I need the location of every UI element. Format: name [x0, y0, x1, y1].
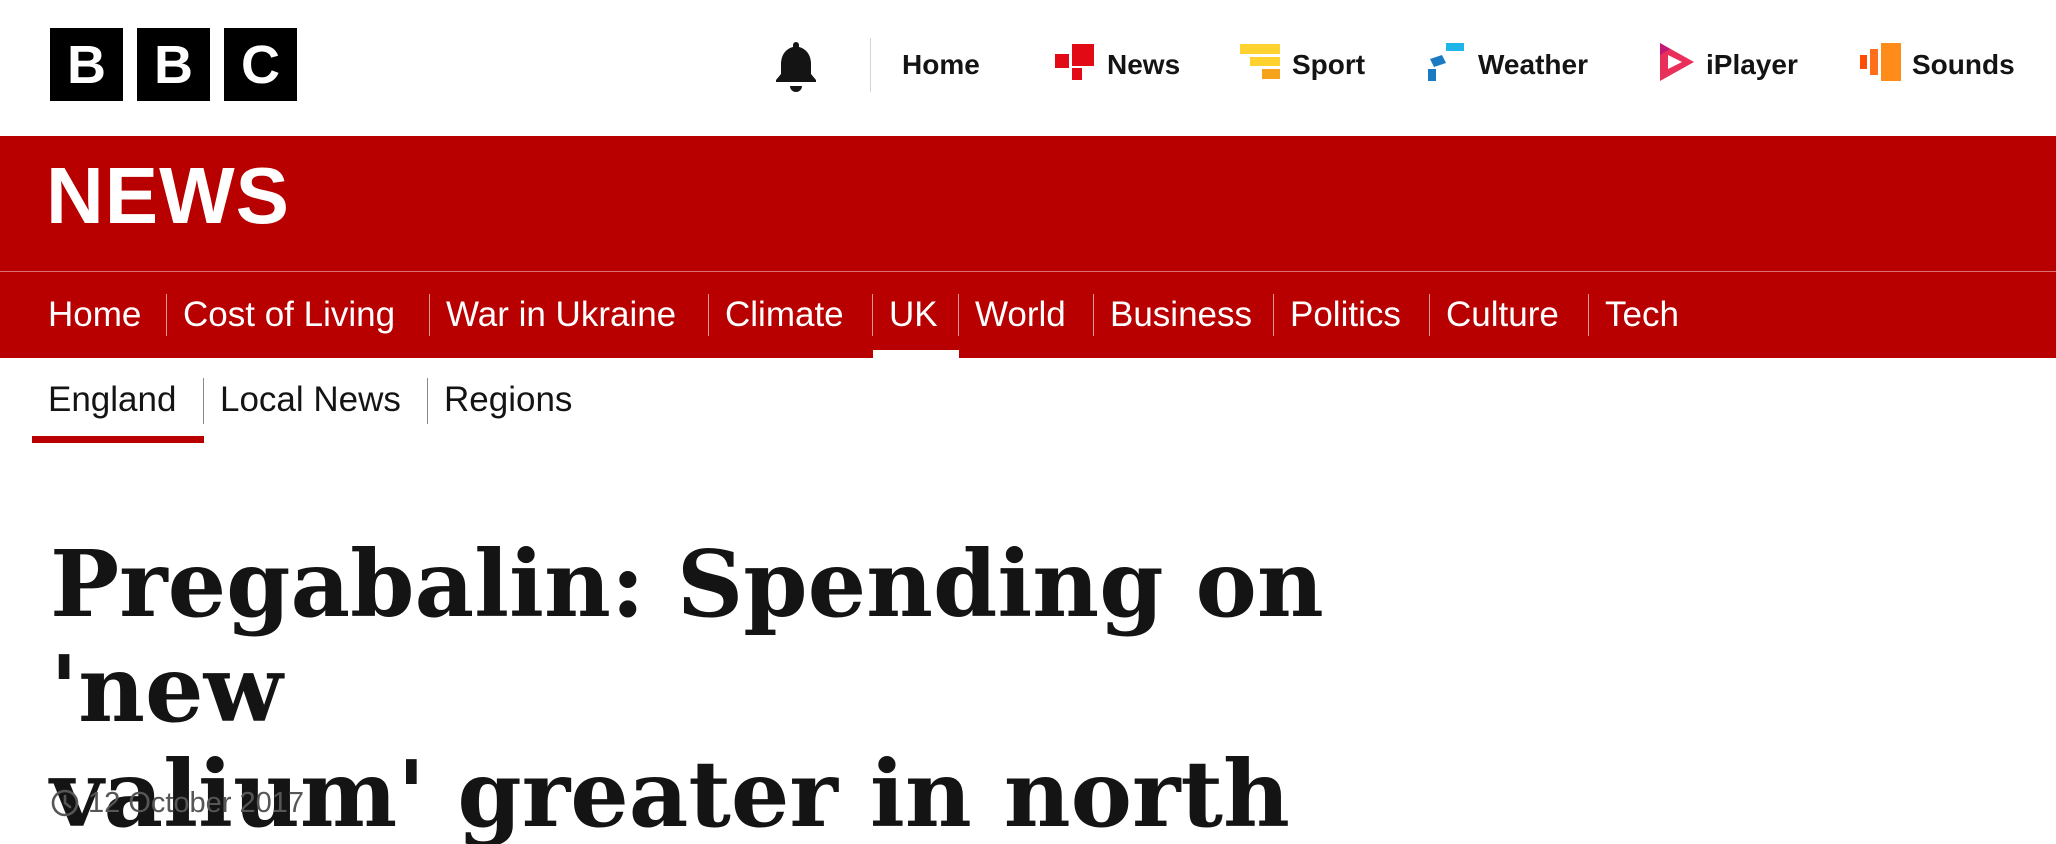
logo-letter: B: [137, 28, 210, 101]
global-nav-label: News: [1107, 49, 1181, 80]
global-nav-iplayer[interactable]: iPlayer: [1656, 40, 1798, 90]
global-nav-label: Sounds: [1912, 49, 2015, 80]
global-nav-sounds[interactable]: Sounds: [1860, 40, 2015, 90]
sport-icon: [1240, 42, 1282, 89]
bell-icon[interactable]: [772, 38, 820, 94]
nav-item-war-in-ukraine[interactable]: War in Ukraine: [446, 272, 676, 358]
nav-item-tech[interactable]: Tech: [1605, 272, 1679, 358]
news-masthead: NEWS: [0, 136, 2056, 272]
nav-item-world[interactable]: World: [975, 272, 1066, 358]
global-nav-home[interactable]: Home: [902, 40, 980, 90]
nav-separator: [166, 294, 167, 336]
iplayer-icon: [1656, 41, 1696, 90]
nav-item-cost-of-living[interactable]: Cost of Living: [183, 272, 395, 358]
subnav-item-england[interactable]: England: [48, 372, 176, 428]
headline-line: Pregabalin: Spending on 'new: [50, 530, 1324, 743]
clock-icon: [51, 789, 79, 817]
nav-separator: [1588, 294, 1589, 336]
news-logo[interactable]: NEWS: [46, 156, 290, 236]
nav-separator: [1273, 294, 1274, 336]
nav-separator: [872, 294, 873, 336]
sounds-icon: [1860, 41, 1902, 90]
nav-item-climate[interactable]: Climate: [725, 272, 844, 358]
nav-item-uk[interactable]: UK: [889, 272, 938, 358]
subnav-separator: [203, 378, 204, 424]
subnav-item-regions[interactable]: Regions: [444, 372, 572, 428]
nav-item-culture[interactable]: Culture: [1446, 272, 1559, 358]
nav-separator: [958, 294, 959, 336]
news-icon: [1055, 42, 1097, 89]
global-nav-weather[interactable]: Weather: [1426, 40, 1588, 90]
subnav-active-indicator: [32, 436, 204, 443]
global-nav-label: Sport: [1292, 49, 1366, 80]
global-nav-label: Weather: [1478, 49, 1588, 80]
nav-item-politics[interactable]: Politics: [1290, 272, 1401, 358]
global-nav-news[interactable]: News: [1055, 40, 1180, 90]
bbc-logo[interactable]: B B C: [50, 28, 297, 101]
nav-item-home[interactable]: Home: [48, 272, 141, 358]
subnav-separator: [427, 378, 428, 424]
global-header: B B C Home News Sport Weather iPlayer So…: [0, 0, 2056, 136]
secondary-nav: England Local News Regions: [0, 358, 2056, 448]
nav-separator: [1093, 294, 1094, 336]
primary-nav: Home Cost of Living War in Ukraine Clima…: [0, 272, 2056, 358]
nav-separator: [429, 294, 430, 336]
nav-item-business[interactable]: Business: [1110, 272, 1252, 358]
article-dateline: 12 October 2017: [50, 786, 304, 820]
nav-divider: [870, 38, 871, 92]
subnav-item-local-news[interactable]: Local News: [220, 372, 401, 428]
nav-separator: [1429, 294, 1430, 336]
publish-date: 12 October 2017: [88, 786, 305, 819]
global-nav-sport[interactable]: Sport: [1240, 40, 1365, 90]
nav-active-indicator: [873, 350, 959, 358]
logo-letter: C: [224, 28, 297, 101]
weather-icon: [1426, 41, 1468, 90]
nav-separator: [708, 294, 709, 336]
global-nav-label: iPlayer: [1706, 49, 1798, 80]
global-nav-label: Home: [902, 49, 980, 80]
logo-letter: B: [50, 28, 123, 101]
